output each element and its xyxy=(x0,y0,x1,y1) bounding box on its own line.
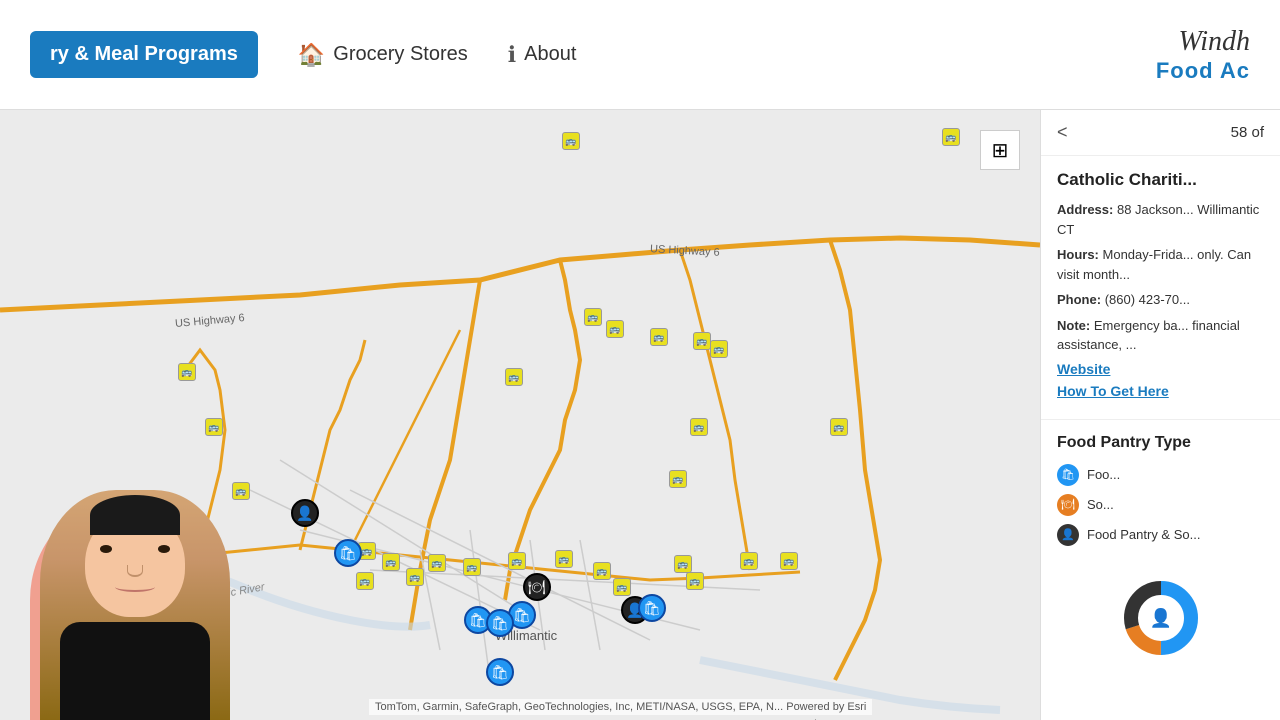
pantry-type-item: 🍽 So... xyxy=(1057,494,1264,516)
bus-stop-marker[interactable]: 🚌 xyxy=(606,320,624,338)
nav-grocery-stores[interactable]: 🏠 Grocery Stores xyxy=(298,42,468,68)
map-attribution: TomTom, Garmin, SafeGraph, GeoTechnologi… xyxy=(369,699,872,715)
pantry-label-soup: So... xyxy=(1087,497,1114,512)
sidebar-back-button[interactable]: < xyxy=(1057,122,1068,143)
bus-stop-marker[interactable]: 🚌 xyxy=(178,363,196,381)
pantry-type-item: 👤 Food Pantry & So... xyxy=(1057,524,1264,546)
map-background: US Highway 6 US Highway 6 Willimantic Mi… xyxy=(0,110,1040,720)
card-phone: Phone: (860) 423-70... xyxy=(1057,290,1264,310)
bus-stop-marker[interactable]: 🚌 xyxy=(406,568,424,586)
header: ry & Meal Programs 🏠 Grocery Stores ℹ Ab… xyxy=(0,0,1280,110)
bus-stop-marker[interactable]: 🚌 xyxy=(740,552,758,570)
bus-stop-marker[interactable]: 🚌 xyxy=(613,578,631,596)
header-brand-area: Windh Food Ac xyxy=(1156,26,1250,84)
pantry-label-combined: Food Pantry & So... xyxy=(1087,527,1200,542)
pantry-icon-combined: 👤 xyxy=(1057,524,1079,546)
brand-subtitle: Food Ac xyxy=(1156,58,1250,84)
pantry-icon-food: 🛍 xyxy=(1057,464,1079,486)
info-icon: ℹ xyxy=(508,42,516,68)
bus-stop-marker[interactable]: 🚌 xyxy=(463,558,481,576)
map-area[interactable]: US Highway 6 US Highway 6 Willimantic Mi… xyxy=(0,110,1040,720)
card-note: Note: Emergency ba... financial assistan… xyxy=(1057,316,1264,355)
location-marker-blue[interactable]: 🛍 xyxy=(334,539,362,567)
bus-stop-marker[interactable]: 🚌 xyxy=(780,552,798,570)
sidebar-card: Catholic Chariti... Address: 88 Jackson.… xyxy=(1041,156,1280,420)
nav-meal-programs[interactable]: ry & Meal Programs xyxy=(30,31,258,78)
card-address: Address: 88 Jackson... Willimantic CT xyxy=(1057,200,1264,239)
bus-stop-marker[interactable]: 🚌 xyxy=(508,552,526,570)
svg-text:👤: 👤 xyxy=(1149,607,1171,628)
bus-stop-marker[interactable]: 🚌 xyxy=(232,482,250,500)
map-qr-button[interactable]: ⊞ xyxy=(980,130,1020,170)
bus-stop-marker[interactable]: 🚌 xyxy=(356,572,374,590)
donut-chart: 👤 xyxy=(1121,578,1201,658)
bus-stop-marker[interactable]: 🚌 xyxy=(382,553,400,571)
sidebar-nav: < 58 of xyxy=(1041,110,1280,156)
bus-stop-marker[interactable]: 🚌 xyxy=(710,340,728,358)
bus-stop-marker[interactable]: 🚌 xyxy=(428,554,446,572)
sidebar: < 58 of Catholic Chariti... Address: 88 … xyxy=(1040,110,1280,720)
bus-stop-marker[interactable]: 🚌 xyxy=(674,555,692,573)
bus-stop-marker[interactable]: 🚌 xyxy=(650,328,668,346)
sidebar-counter: 58 of xyxy=(1231,124,1264,141)
bus-stop-marker[interactable]: 🚌 xyxy=(584,308,602,326)
location-marker-dark[interactable]: 👤 xyxy=(291,499,319,527)
bus-stop-marker[interactable]: 🚌 xyxy=(555,550,573,568)
location-marker-blue[interactable]: 🛍 xyxy=(486,609,514,637)
bus-stop-marker[interactable]: 🚌 xyxy=(690,418,708,436)
card-title: Catholic Chariti... xyxy=(1057,170,1264,190)
pantry-icon-soup: 🍽 xyxy=(1057,494,1079,516)
bus-stop-marker[interactable]: 🚌 xyxy=(505,368,523,386)
bus-stop-marker[interactable]: 🚌 xyxy=(693,332,711,350)
donut-svg: 👤 xyxy=(1121,578,1201,658)
location-marker-blue[interactable]: 🛍 xyxy=(638,594,666,622)
website-link[interactable]: Website xyxy=(1057,361,1264,377)
bus-stop-marker[interactable]: 🚌 xyxy=(942,128,960,146)
pantry-type-title: Food Pantry Type xyxy=(1057,434,1264,452)
pantry-label-food: Foo... xyxy=(1087,467,1120,482)
home-icon: 🏠 xyxy=(298,42,325,68)
location-marker-blue[interactable]: 🛍 xyxy=(486,658,514,686)
bus-stop-marker[interactable]: 🚌 xyxy=(205,418,223,436)
card-hours: Hours: Monday-Frida... only. Can visit m… xyxy=(1057,245,1264,284)
nav-about[interactable]: ℹ About xyxy=(508,42,577,68)
brand-name: Windh xyxy=(1156,26,1250,58)
bus-stop-marker[interactable]: 🚌 xyxy=(562,132,580,150)
location-marker-meal[interactable]: 🍽 xyxy=(523,573,551,601)
pantry-type-section: Food Pantry Type 🛍 Foo... 🍽 So... 👤 Food… xyxy=(1041,420,1280,568)
bus-stop-marker[interactable]: 🚌 xyxy=(669,470,687,488)
pantry-type-item: 🛍 Foo... xyxy=(1057,464,1264,486)
bus-stop-marker[interactable]: 🚌 xyxy=(593,562,611,580)
bus-stop-marker[interactable]: 🚌 xyxy=(830,418,848,436)
bus-stop-marker[interactable]: 🚌 xyxy=(686,572,704,590)
directions-link[interactable]: How To Get Here xyxy=(1057,383,1264,399)
